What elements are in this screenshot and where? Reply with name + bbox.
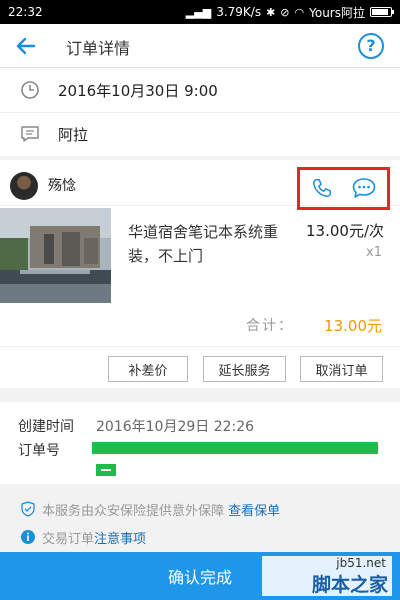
- watermark-name: 脚本之家: [311, 574, 388, 596]
- service-time-row: 2016年10月30日 9:00: [0, 68, 400, 112]
- wifi-icon: ◠: [294, 5, 305, 19]
- total-row: 合计： 13.00元: [0, 303, 400, 347]
- service-datetime: 2016年10月30日 9:00: [58, 82, 218, 100]
- transaction-text: 交易订单注意事项: [42, 531, 147, 547]
- watermark-site: jb51.net: [336, 556, 386, 570]
- order-meta-card: 创建时间 2016年10月29日 22:26 订单号: [0, 402, 400, 484]
- signal-icon: ▂▄▆: [185, 5, 212, 19]
- bluetooth-icon: ✱: [266, 5, 276, 19]
- network-speed: 3.79K/s: [216, 5, 262, 19]
- title-bar: 订单详情 ?: [0, 24, 400, 68]
- notes-link[interactable]: 注意事项: [94, 532, 146, 547]
- total-label: 合计：: [246, 318, 294, 334]
- created-time-label: 创建时间: [18, 419, 74, 435]
- order-number-redacted: [92, 442, 378, 454]
- supplement-price-button[interactable]: 补差价: [108, 356, 188, 382]
- quantity: x1: [366, 245, 382, 260]
- status-indicators: ▂▄▆ 3.79K/s ✱ ⊘ ◠ Yours阿拉: [185, 4, 394, 21]
- total-value: 13.00元: [324, 317, 382, 335]
- avatar[interactable]: [10, 172, 38, 200]
- order-card: 殇惗 华道宿舍笔记本系统重装，不上门 13.00元/次 x1 合计： 13.00…: [0, 160, 400, 388]
- chat-icon[interactable]: [351, 176, 377, 200]
- back-arrow-icon[interactable]: [14, 34, 38, 58]
- service-location-row: 阿拉: [0, 112, 400, 156]
- unit-price: 13.00元/次: [306, 222, 384, 240]
- extend-service-button[interactable]: 延长服务: [203, 356, 286, 382]
- status-time: 22:32: [8, 5, 43, 19]
- phone-icon[interactable]: [311, 177, 333, 199]
- clock-icon: [21, 81, 39, 99]
- comment-icon: [21, 126, 39, 142]
- shield-icon: [21, 501, 35, 517]
- insurance-text: 本服务由众安保险提供意外保障 查看保单: [42, 503, 281, 519]
- transaction-notice: 交易订单注意事项: [0, 524, 400, 550]
- battery-icon: [370, 7, 394, 17]
- mute-icon: ⊘: [280, 5, 290, 19]
- help-icon[interactable]: ?: [358, 33, 384, 59]
- order-number-redacted-small: [96, 464, 116, 476]
- carrier-name: Yours阿拉: [309, 5, 365, 20]
- cancel-order-button[interactable]: 取消订单: [300, 356, 383, 382]
- watermark: jb51.net 脚本之家: [262, 556, 392, 596]
- status-bar: 22:32 ▂▄▆ 3.79K/s ✱ ⊘ ◠ Yours阿拉: [0, 0, 400, 24]
- created-time-value: 2016年10月29日 22:26: [96, 419, 255, 435]
- insurance-notice: 本服务由众安保险提供意外保障 查看保单: [0, 496, 400, 522]
- product-image: [0, 208, 111, 303]
- view-policy-link[interactable]: 查看保单: [228, 504, 280, 519]
- product-name: 华道宿舍笔记本系统重装，不上门: [128, 223, 279, 265]
- order-number-label: 订单号: [18, 443, 60, 459]
- info-icon: [21, 530, 35, 544]
- worker-name: 殇惗: [48, 178, 76, 194]
- service-location: 阿拉: [58, 126, 89, 144]
- page-title: 订单详情: [66, 39, 131, 58]
- service-info-card: 2016年10月30日 9:00 阿拉: [0, 68, 400, 156]
